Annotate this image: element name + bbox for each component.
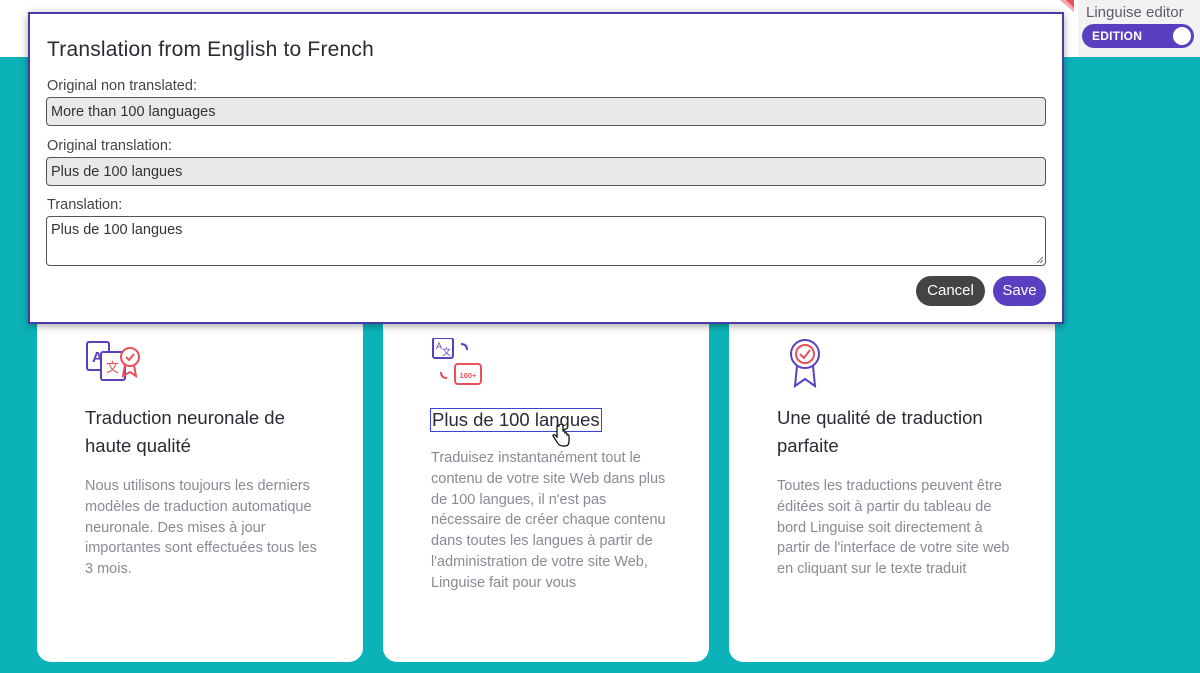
dialog-title: Translation from English to French bbox=[47, 38, 374, 61]
translate-quality-icon: A 文 bbox=[86, 341, 140, 381]
feature-card-neural: A 文 Traduction neuronale de haute qualit… bbox=[37, 300, 363, 662]
toggle-knob bbox=[1173, 27, 1191, 45]
editable-heading-selected[interactable]: Plus de 100 langues bbox=[430, 408, 602, 432]
card-body: Nous utilisons toujours les derniers mod… bbox=[85, 478, 317, 578]
original-translation-field: Plus de 100 langues bbox=[46, 157, 1046, 186]
edition-toggle-label: EDITION bbox=[1092, 29, 1143, 43]
icon-badge-text: 100+ bbox=[460, 371, 478, 380]
card-body: Traduisez instantanément tout le contenu… bbox=[431, 450, 666, 591]
card-heading: Une qualité de traduction parfaite bbox=[777, 407, 983, 456]
original-label: Original non translated: bbox=[47, 78, 197, 94]
svg-text:文: 文 bbox=[442, 346, 451, 358]
linguise-editor-widget: Linguise editor EDITION bbox=[1078, 0, 1200, 57]
linguise-editor-title: Linguise editor bbox=[1086, 4, 1184, 21]
translation-label: Translation: bbox=[47, 197, 123, 213]
resize-grip-icon[interactable] bbox=[1036, 256, 1044, 264]
translation-textarea[interactable]: Plus de 100 langues bbox=[46, 216, 1046, 266]
hand-cursor-icon bbox=[552, 424, 570, 447]
translation-dialog: Translation from English to French Origi… bbox=[28, 12, 1064, 324]
award-ribbon-icon bbox=[790, 339, 820, 389]
edition-toggle[interactable]: EDITION bbox=[1082, 24, 1194, 48]
card-heading: Traduction neuronale de haute qualité bbox=[85, 407, 285, 456]
card-body: Toutes les traductions peuvent être édit… bbox=[777, 478, 1010, 578]
save-button[interactable]: Save bbox=[993, 276, 1046, 306]
svg-text:文: 文 bbox=[106, 361, 119, 376]
cancel-button[interactable]: Cancel bbox=[916, 276, 985, 306]
original-field: More than 100 languages bbox=[46, 97, 1046, 126]
feature-card-languages: A 文 100+ Plus de 100 langues Traduisez i… bbox=[383, 300, 709, 662]
corner-ribbon-icon bbox=[1060, 0, 1074, 12]
feature-card-quality: Une qualité de traduction parfaite Toute… bbox=[729, 300, 1055, 662]
original-translation-label: Original translation: bbox=[47, 138, 172, 154]
languages-100-icon: A 文 100+ bbox=[432, 338, 482, 385]
